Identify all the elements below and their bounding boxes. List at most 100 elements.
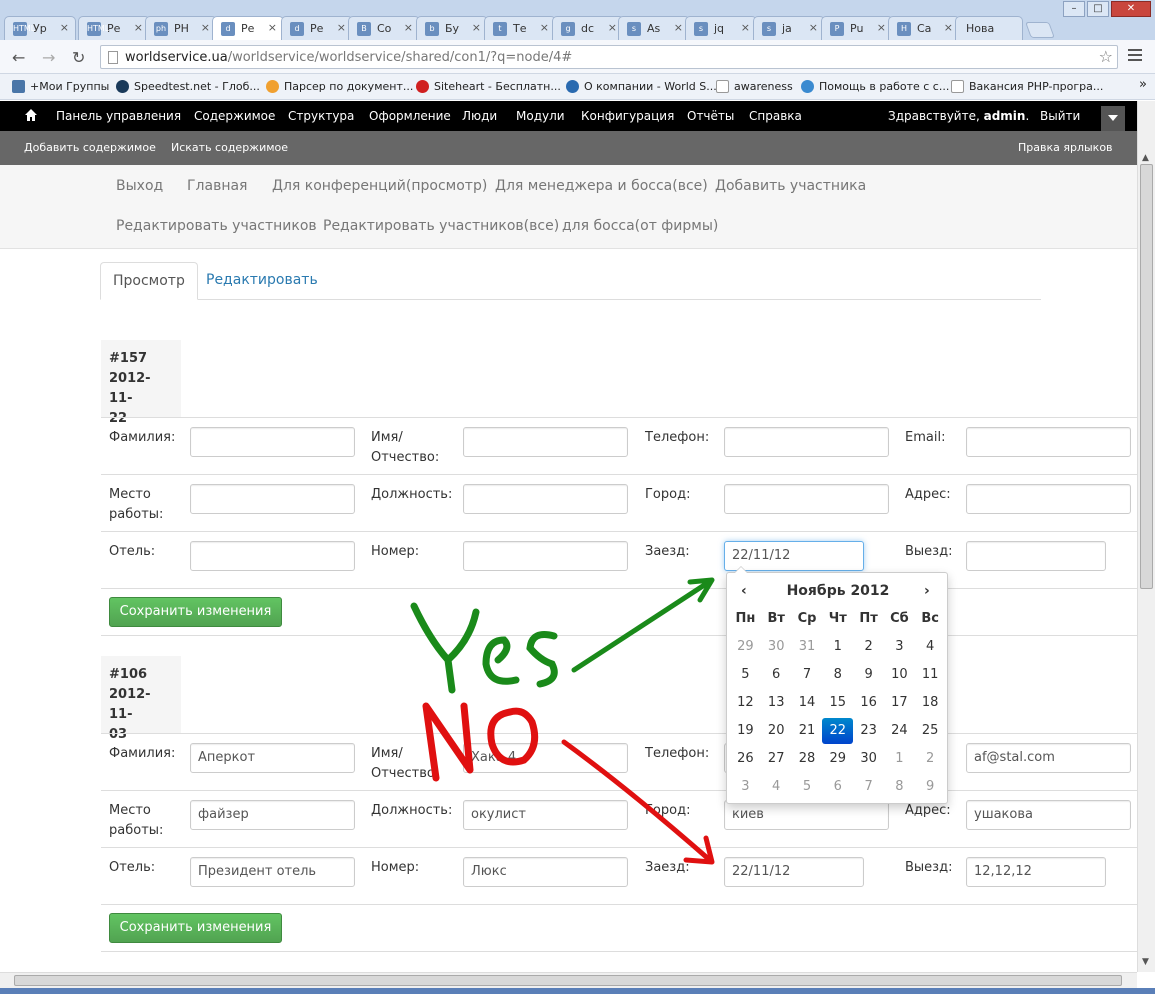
position-field[interactable]: окулист (463, 800, 628, 830)
datepicker-day[interactable]: 19 (730, 717, 761, 745)
datepicker-day[interactable]: 5 (792, 773, 823, 801)
datepicker-day[interactable]: 26 (730, 745, 761, 773)
browser-tab[interactable]: d Ре × (212, 16, 284, 40)
greeting-username[interactable]: admin (984, 109, 1026, 123)
browser-tab[interactable]: g dc × (552, 16, 624, 40)
browser-tab[interactable]: H Ca × (888, 16, 960, 40)
address-bar[interactable]: worldservice.ua/worldservice/worldservic… (100, 45, 1118, 69)
menu-item-manager[interactable]: Для менеджера и босса(все) (495, 178, 708, 194)
datepicker-day[interactable]: 20 (761, 717, 792, 745)
menu-item-edit-participants[interactable]: Редактировать участников (116, 218, 317, 234)
menu-item-exit[interactable]: Выход (116, 178, 163, 194)
datepicker-day[interactable]: 15 (822, 689, 853, 717)
datepicker-day[interactable]: 8 (884, 773, 915, 801)
browser-tab[interactable]: ph PH × (145, 16, 217, 40)
admin-menu-appearance[interactable]: Оформление (369, 109, 451, 123)
tab-close-icon[interactable]: × (741, 21, 750, 34)
bookmark-item[interactable]: Вакансия PHP-програ... (951, 80, 1103, 93)
bookmark-star-icon[interactable]: ☆ (1099, 47, 1113, 66)
email-field[interactable]: af@stal.com (966, 743, 1131, 773)
datepicker-day[interactable]: 27 (761, 745, 792, 773)
datepicker-day[interactable]: 30 (761, 633, 792, 661)
bookmark-item[interactable]: Помощь в работе с с... (801, 80, 949, 93)
bookmark-item[interactable]: +Мои Группы (12, 80, 109, 93)
datepicker-day[interactable]: 14 (792, 689, 823, 717)
save-button[interactable]: Сохранить изменения (109, 597, 282, 627)
datepicker-day[interactable]: 10 (884, 661, 915, 689)
datepicker-day[interactable]: 31 (792, 633, 823, 661)
browser-tab[interactable]: s ja × (753, 16, 825, 40)
datepicker-day[interactable]: 16 (853, 689, 884, 717)
tab-close-icon[interactable]: × (877, 21, 886, 34)
admin-menu-reports[interactable]: Отчёты (687, 109, 734, 123)
tab-close-icon[interactable]: × (404, 21, 413, 34)
logout-link[interactable]: Выйти (1040, 109, 1080, 123)
vertical-scrollbar[interactable]: ▲ ▼ (1137, 101, 1155, 972)
datepicker-day[interactable]: 6 (822, 773, 853, 801)
work-field[interactable]: файзер (190, 800, 355, 830)
datepicker-day[interactable]: 2 (853, 633, 884, 661)
datepicker-day[interactable]: 6 (761, 661, 792, 689)
datepicker-day[interactable]: 25 (915, 717, 946, 745)
hotel-field[interactable] (190, 541, 355, 571)
city-field[interactable]: киев (724, 800, 889, 830)
tab-close-icon[interactable]: × (608, 21, 617, 34)
tab-close-icon[interactable]: × (809, 21, 818, 34)
datepicker-day[interactable]: 4 (761, 773, 792, 801)
bookmarks-more-icon[interactable]: » (1139, 77, 1147, 92)
horizontal-scrollbar[interactable] (0, 972, 1137, 988)
address-field[interactable] (966, 484, 1131, 514)
datepicker-day[interactable]: 3 (730, 773, 761, 801)
browser-tab[interactable]: t Те × (484, 16, 556, 40)
datepicker-day[interactable]: 5 (730, 661, 761, 689)
minimize-icon[interactable]: – (1063, 1, 1085, 17)
datepicker-day[interactable]: 18 (915, 689, 946, 717)
home-icon[interactable] (24, 108, 38, 122)
bookmark-item[interactable]: awareness (716, 80, 793, 93)
tab-view[interactable]: Просмотр (100, 262, 198, 300)
datepicker-day-selected[interactable]: 22 (822, 718, 854, 744)
work-field[interactable] (190, 484, 355, 514)
bookmark-item[interactable]: Парсер по документ... (266, 80, 413, 93)
browser-tab[interactable]: P Pu × (821, 16, 893, 40)
tab-close-icon[interactable]: × (60, 21, 69, 34)
datepicker-day[interactable]: 4 (915, 633, 946, 661)
datepicker-day[interactable]: 3 (884, 633, 915, 661)
browser-menu-icon[interactable] (1128, 49, 1142, 64)
datepicker-day[interactable]: 24 (884, 717, 915, 745)
datepicker-prev-icon[interactable]: ‹ (741, 583, 747, 599)
datepicker-day[interactable]: 23 (853, 717, 884, 745)
datepicker-next-icon[interactable]: › (924, 583, 930, 599)
datepicker-day[interactable]: 7 (853, 773, 884, 801)
hotel-field[interactable]: Президент отель (190, 857, 355, 887)
scrollbar-thumb[interactable] (1140, 164, 1153, 589)
position-field[interactable] (463, 484, 628, 514)
browser-tab[interactable]: d Ре × (281, 16, 353, 40)
scrollbar-thumb[interactable] (14, 975, 1122, 986)
browser-tab[interactable]: Нова (955, 16, 1023, 40)
surname-field[interactable]: Аперкот (190, 743, 355, 773)
add-content-link[interactable]: Добавить содержимое (24, 141, 156, 154)
datepicker-day[interactable]: 17 (884, 689, 915, 717)
datepicker-day[interactable]: 1 (822, 633, 853, 661)
close-window-icon[interactable]: ✕ (1111, 1, 1151, 17)
datepicker-day[interactable]: 11 (915, 661, 946, 689)
datepicker-day[interactable]: 8 (822, 661, 853, 689)
name-field[interactable]: Хака 4 (463, 743, 628, 773)
tab-close-icon[interactable]: × (944, 21, 953, 34)
find-content-link[interactable]: Искать содержимое (171, 141, 288, 154)
browser-tab[interactable]: HTML Ур × (4, 16, 76, 40)
tab-close-icon[interactable]: × (201, 21, 210, 34)
tab-close-icon[interactable]: × (337, 21, 346, 34)
bookmark-item[interactable]: О компании - World S... (566, 80, 717, 93)
room-field[interactable]: Люкс (463, 857, 628, 887)
surname-field[interactable] (190, 427, 355, 457)
scroll-down-icon[interactable]: ▼ (1142, 957, 1149, 967)
save-button[interactable]: Сохранить изменения (109, 913, 282, 943)
datepicker-day[interactable]: 9 (915, 773, 946, 801)
admin-menu-content[interactable]: Содержимое (194, 109, 275, 123)
room-field[interactable] (463, 541, 628, 571)
datepicker-day[interactable]: 30 (853, 745, 884, 773)
tab-close-icon[interactable]: × (540, 21, 549, 34)
datepicker-day[interactable]: 9 (853, 661, 884, 689)
